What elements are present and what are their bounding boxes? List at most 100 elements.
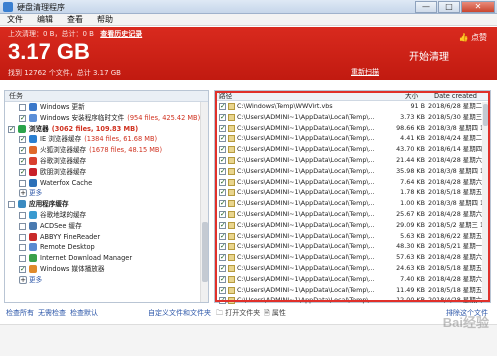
column-path[interactable]: 路径 (219, 91, 232, 101)
menu-edit[interactable]: 编辑 (30, 14, 60, 25)
close-button[interactable]: ✕ (461, 1, 495, 13)
file-row[interactable]: C:\Users\ADMINI~1\AppData\Local\Temp\...… (215, 187, 490, 198)
task-label: 谷歌地球的缓存 (40, 210, 87, 219)
file-path: C:\Users\ADMINI~1\AppData\Local\Temp\... (237, 123, 375, 132)
task-checkbox[interactable] (19, 264, 26, 275)
file-row[interactable]: C:\Windows\Temp\WWVirt.vbs 91 B2018/6/28 … (215, 101, 490, 112)
file-checkbox[interactable] (219, 187, 226, 198)
task-more[interactable]: + 更多 (5, 275, 208, 286)
task-item[interactable]: 欧朋浏览器缓存 (5, 167, 208, 178)
menu-help[interactable]: 帮助 (90, 14, 120, 25)
column-date[interactable]: Date created (434, 91, 477, 101)
file-checkbox[interactable] (219, 123, 226, 133)
file-checkbox[interactable] (219, 133, 226, 144)
menu-view[interactable]: 查看 (60, 14, 90, 25)
task-item[interactable]: Internet Download Manager (5, 253, 208, 264)
task-item[interactable]: Windows 更新 (5, 102, 208, 113)
custom-files-link[interactable]: 自定义文件和文件夹 (148, 306, 211, 320)
file-checkbox[interactable] (219, 209, 226, 220)
task-checkbox[interactable] (19, 156, 26, 167)
task-checkbox[interactable] (19, 244, 26, 252)
file-row[interactable]: C:\Users\ADMINI~1\AppData\Local\Temp\...… (215, 123, 490, 133)
file-checkbox[interactable] (219, 252, 226, 263)
file-row[interactable]: C:\Users\ADMINI~1\AppData\Local\Temp\...… (215, 177, 490, 187)
file-checkbox[interactable] (219, 263, 226, 274)
check-all-link[interactable]: 检查所有 (6, 306, 34, 320)
task-checkbox[interactable] (19, 233, 26, 241)
start-clean-button[interactable]: 开始清理 (409, 48, 449, 63)
task-item[interactable]: ABBYY FineReader (5, 232, 208, 243)
file-checkbox[interactable] (219, 231, 226, 241)
file-row[interactable]: C:\Users\ADMINI~1\AppData\Local\Temp\...… (215, 263, 490, 274)
file-scrollbar[interactable] (482, 102, 489, 301)
task-checkbox[interactable] (19, 113, 26, 124)
file-row[interactable]: C:\Users\ADMINI~1\AppData\Local\Temp\...… (215, 295, 490, 306)
file-scroll-thumb[interactable] (483, 104, 488, 126)
task-item[interactable]: 谷歌浏览器缓存 (5, 156, 208, 167)
task-checkbox[interactable] (19, 179, 26, 187)
file-checkbox[interactable] (219, 144, 226, 155)
file-checkbox[interactable] (219, 177, 226, 187)
task-checkbox[interactable] (8, 124, 15, 134)
file-checkbox[interactable] (219, 155, 226, 166)
file-checkbox[interactable] (219, 285, 226, 295)
task-more[interactable]: + 更多 (5, 188, 208, 199)
expand-icon[interactable]: + (19, 189, 27, 198)
file-checkbox[interactable] (219, 241, 226, 252)
file-row[interactable]: C:\Users\ADMINI~1\AppData\Local\Temp\...… (215, 285, 490, 295)
file-checkbox[interactable] (219, 198, 226, 209)
file-checkbox[interactable] (219, 220, 226, 231)
file-row[interactable]: C:\Users\ADMINI~1\AppData\Local\Temp\...… (215, 274, 490, 285)
task-scrollbar[interactable] (200, 102, 208, 302)
file-checkbox[interactable] (219, 166, 226, 177)
open-folder-button[interactable]: 🗀 打开文件夹 (216, 306, 260, 320)
task-checkbox[interactable] (19, 145, 26, 156)
file-row[interactable]: C:\Users\ADMINI~1\AppData\Local\Temp\...… (215, 241, 490, 252)
task-item[interactable]: ACDSee 缓存 (5, 221, 208, 232)
file-row[interactable]: C:\Users\ADMINI~1\AppData\Local\Temp\...… (215, 133, 490, 144)
history-link[interactable]: 查看历史记录 (100, 30, 142, 38)
like-button[interactable]: 👍 点赞 (458, 32, 487, 43)
task-item[interactable]: 谷歌地球的缓存 (5, 210, 208, 221)
task-scroll-thumb[interactable] (202, 222, 208, 282)
file-row[interactable]: C:\Users\ADMINI~1\AppData\Local\Temp\...… (215, 209, 490, 220)
minimize-button[interactable]: — (415, 1, 437, 13)
rescan-link[interactable]: 重新扫描 (351, 67, 379, 77)
check-default-link[interactable]: 检查默认 (70, 306, 98, 320)
file-row[interactable]: C:\Users\ADMINI~1\AppData\Local\Temp\...… (215, 252, 490, 263)
task-checkbox[interactable] (19, 104, 26, 111)
properties-icon: 🗎 (264, 309, 270, 317)
task-item[interactable]: IE 浏览器缓存(1384 files, 61.68 MB) (5, 134, 208, 145)
task-checkbox[interactable] (19, 134, 26, 145)
task-item[interactable]: Waterfox Cache (5, 178, 208, 189)
column-size[interactable]: 大小 (405, 91, 418, 101)
file-checkbox[interactable] (219, 112, 226, 123)
file-row[interactable]: C:\Users\ADMINI~1\AppData\Local\Temp\...… (215, 112, 490, 123)
task-category[interactable]: 应用程序缓存 (5, 199, 208, 210)
file-row[interactable]: C:\Users\ADMINI~1\AppData\Local\Temp\...… (215, 155, 490, 166)
task-item[interactable]: 火狐浏览器缓存(1678 files, 48.15 MB) (5, 145, 208, 156)
file-row[interactable]: C:\Users\ADMINI~1\AppData\Local\Temp\...… (215, 231, 490, 241)
task-checkbox[interactable] (19, 167, 26, 178)
task-category[interactable]: 浏览器(3062 files, 109.83 MB) (5, 124, 208, 134)
file-checkbox[interactable] (219, 295, 226, 306)
check-none-link[interactable]: 无需检查 (38, 306, 66, 320)
task-checkbox[interactable] (19, 255, 26, 263)
file-checkbox[interactable] (219, 274, 226, 285)
file-row[interactable]: C:\Users\ADMINI~1\AppData\Local\Temp\...… (215, 198, 490, 209)
file-row[interactable]: C:\Users\ADMINI~1\AppData\Local\Temp\...… (215, 144, 490, 155)
task-checkbox[interactable] (8, 201, 15, 209)
task-checkbox[interactable] (19, 222, 26, 230)
maximize-button[interactable]: □ (438, 1, 460, 13)
properties-button[interactable]: 🗎 属性 (264, 306, 286, 320)
file-checkbox[interactable] (219, 101, 226, 112)
expand-icon[interactable]: + (19, 275, 27, 284)
menu-file[interactable]: 文件 (0, 14, 30, 25)
file-row[interactable]: C:\Users\ADMINI~1\AppData\Local\Temp\...… (215, 220, 490, 231)
task-label: 谷歌浏览器缓存 (40, 156, 87, 165)
task-checkbox[interactable] (19, 211, 26, 219)
task-item[interactable]: Remote Desktop (5, 242, 208, 253)
file-row[interactable]: C:\Users\ADMINI~1\AppData\Local\Temp\...… (215, 166, 490, 177)
task-item[interactable]: Windows 安装程序临时文件(954 files, 425.42 MB) (5, 113, 208, 124)
task-item[interactable]: Windows 媒体播放器 (5, 264, 208, 275)
